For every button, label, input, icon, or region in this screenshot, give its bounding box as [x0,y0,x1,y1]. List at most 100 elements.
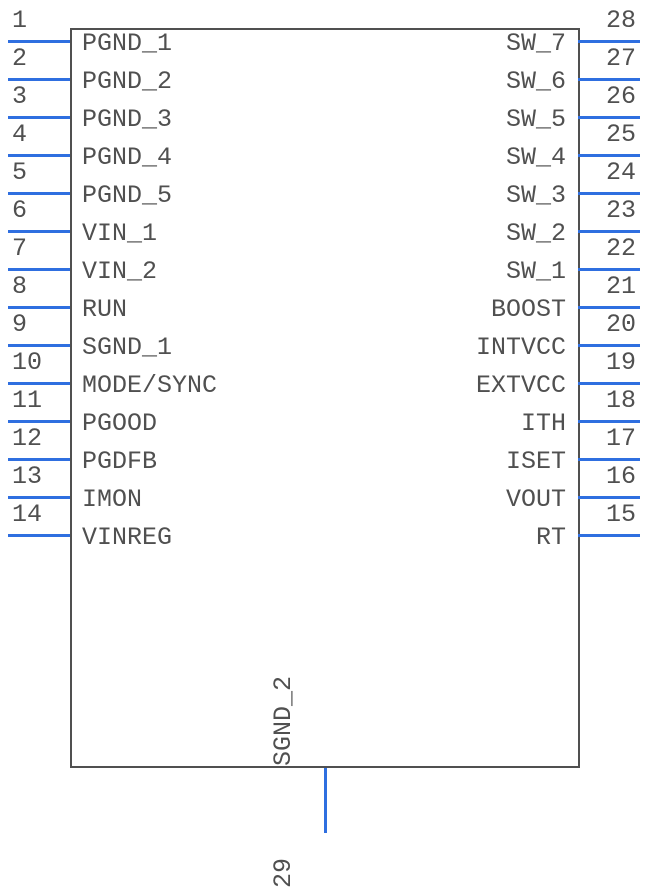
pin-label: SW_3 [506,181,566,210]
pin-wire [578,154,640,157]
pin-9: 9SGND_1 [0,330,300,366]
pin-label: ISET [506,447,566,476]
pin-wire [8,306,70,309]
pin-number: 23 [606,196,636,225]
pin-label: PGND_5 [82,181,172,210]
pin-7: 7VIN_2 [0,254,300,290]
pin-22: 22SW_1 [348,254,648,290]
pin-number: 6 [12,196,27,225]
pin-number: 5 [12,158,27,187]
pin-number: 22 [606,234,636,263]
pin-wire [8,154,70,157]
pin-wire [578,230,640,233]
pin-number: 8 [12,272,27,301]
pin-label: SGND_1 [82,333,172,362]
pin-wire [578,268,640,271]
pin-wire [8,116,70,119]
pin-number: 10 [12,348,42,377]
pin-26: 26SW_5 [348,102,648,138]
pin-wire [324,768,327,833]
pin-5: 5PGND_5 [0,178,300,214]
pin-12: 12PGDFB [0,444,300,480]
pin-label: PGND_3 [82,105,172,134]
pin-number: 12 [12,424,42,453]
pin-label: RUN [82,295,127,324]
pin-number: 4 [12,120,27,149]
pin-19: 19EXTVCC [348,368,648,404]
pin-label: VINREG [82,523,172,552]
pin-1: 1PGND_1 [0,26,300,62]
pin-label: SGND_2 [269,676,298,766]
pin-label: VIN_2 [82,257,157,286]
pin-wire [8,40,70,43]
pin-label: BOOST [491,295,566,324]
pin-label: SW_6 [506,67,566,96]
pin-number: 24 [606,158,636,187]
pin-wire [578,344,640,347]
pin-label: PGND_4 [82,143,172,172]
pin-wire [8,420,70,423]
pin-number: 15 [606,500,636,529]
pin-number: 13 [12,462,42,491]
pin-25: 25SW_4 [348,140,648,176]
pin-number: 26 [606,82,636,111]
pin-number: 11 [12,386,42,415]
pin-wire [8,192,70,195]
pin-number: 27 [606,44,636,73]
pin-label: EXTVCC [476,371,566,400]
pin-24: 24SW_3 [348,178,648,214]
pin-label: VIN_1 [82,219,157,248]
pin-number: 25 [606,120,636,149]
pin-number: 1 [12,6,27,35]
pin-label: PGND_1 [82,29,172,58]
pin-4: 4PGND_4 [0,140,300,176]
pin-10: 10MODE/SYNC [0,368,300,404]
pin-15: 15RT [348,520,648,556]
pin-number: 17 [606,424,636,453]
pin-wire [8,534,70,537]
pin-wire [8,496,70,499]
pin-11: 11PGOOD [0,406,300,442]
pin-wire [578,382,640,385]
pin-number: 14 [12,500,42,529]
pin-number: 18 [606,386,636,415]
pin-wire [8,344,70,347]
pin-number: 9 [12,310,27,339]
pin-wire [578,40,640,43]
pin-27: 27SW_6 [348,64,648,100]
pin-number: 19 [606,348,636,377]
pin-label: ITH [521,409,566,438]
pin-21: 21BOOST [348,292,648,328]
pin-label: SW_5 [506,105,566,134]
pin-number: 2 [12,44,27,73]
pin-16: 16VOUT [348,482,648,518]
pin-wire [578,420,640,423]
pin-number: 7 [12,234,27,263]
pin-wire [8,458,70,461]
pin-label: PGOOD [82,409,157,438]
pin-number: 28 [606,6,636,35]
pin-wire [578,306,640,309]
pin-wire [578,116,640,119]
pin-3: 3PGND_3 [0,102,300,138]
pin-wire [8,382,70,385]
pin-label: IMON [82,485,142,514]
pin-number: 3 [12,82,27,111]
pin-13: 13IMON [0,482,300,518]
pin-label: SW_1 [506,257,566,286]
pin-label: PGND_2 [82,67,172,96]
pin-23: 23SW_2 [348,216,648,252]
pin-label: VOUT [506,485,566,514]
pin-6: 6VIN_1 [0,216,300,252]
pin-label: INTVCC [476,333,566,362]
pin-label: SW_2 [506,219,566,248]
pin-label: SW_7 [506,29,566,58]
pin-8: 8RUN [0,292,300,328]
pin-label: PGDFB [82,447,157,476]
pin-number: 20 [606,310,636,339]
pin-wire [578,496,640,499]
pin-wire [578,192,640,195]
pin-label: RT [536,523,566,552]
pin-17: 17ISET [348,444,648,480]
pin-number: 29 [269,858,298,888]
